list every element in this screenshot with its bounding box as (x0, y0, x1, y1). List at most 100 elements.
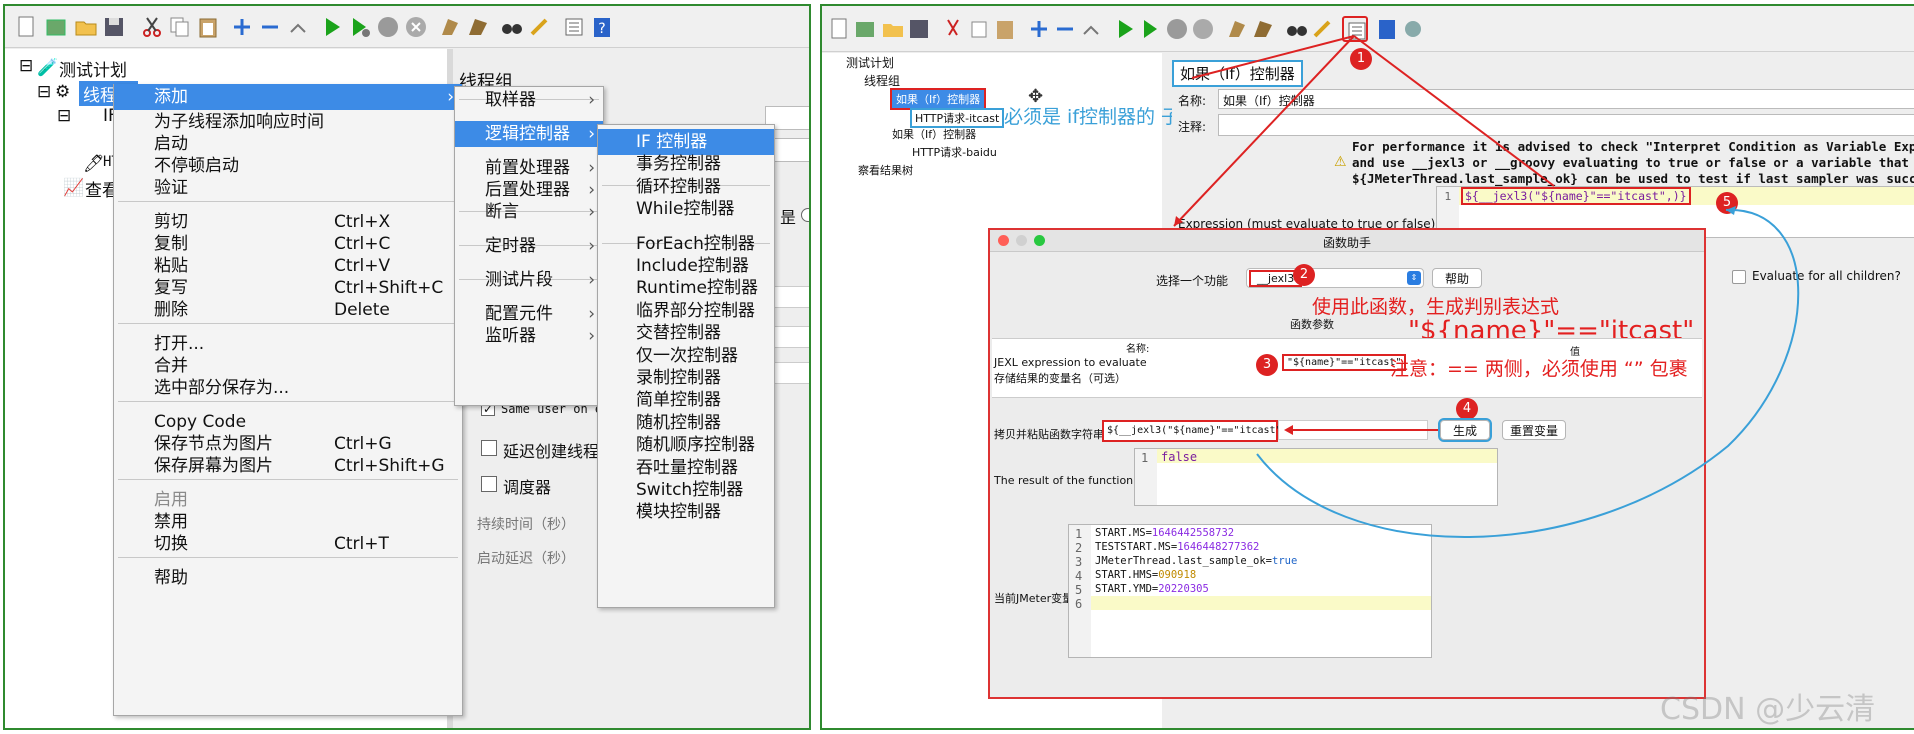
context-menu: 添加 › 为子线程添加响应时间 启动 不停顿启动 验证 剪切 Ctrl+X 复制 Ctrl+C 粘贴… (113, 84, 463, 716)
context-menu-item[interactable]: 帮助 (114, 565, 462, 591)
jmeter-vars-label: 当前JMeter变量 (994, 592, 1074, 605)
generate-button[interactable]: 生成 (1438, 418, 1492, 442)
context-menu-item[interactable]: 保存屏幕为图片 Ctrl+Shift+G (114, 453, 462, 479)
menu-item-label: 监听器 (485, 326, 536, 346)
context-menu-item[interactable]: 切换 Ctrl+T (114, 531, 462, 557)
name-field[interactable]: 如果（If）控制器 (1218, 89, 1914, 109)
add-submenu-item[interactable]: 断言 › (455, 199, 603, 225)
remote-icon[interactable] (1400, 16, 1426, 42)
context-menu-item[interactable]: 删除 Delete (114, 297, 462, 323)
function-helper-icon[interactable] (1342, 16, 1368, 42)
clear-icon[interactable] (437, 14, 463, 40)
templates-icon[interactable] (43, 14, 69, 40)
toggle-icon[interactable] (285, 14, 311, 40)
context-menu-item[interactable]: 添加 › (114, 84, 462, 110)
menu-item-label: Runtime控制器 (636, 278, 759, 299)
menu-item-label: 粘贴 (154, 256, 188, 276)
delay-create-checkbox[interactable] (481, 440, 497, 456)
help-icon[interactable]: ? (589, 14, 615, 40)
add-submenu-item[interactable]: 监听器 › (455, 323, 603, 349)
radio-button[interactable] (801, 208, 809, 222)
new-icon[interactable] (13, 14, 39, 40)
scheduler-checkbox[interactable] (481, 476, 497, 492)
stop-icon[interactable] (1164, 16, 1190, 42)
help-icon[interactable] (1374, 16, 1400, 42)
expression-value[interactable]: ${__jexl3("${name}"=="itcast",)} (1461, 187, 1691, 205)
paste-icon[interactable] (992, 16, 1018, 42)
evaluate-children-checkbox[interactable] (1732, 270, 1746, 284)
clear-icon[interactable] (1224, 16, 1250, 42)
tree-item-thread-group[interactable]: 线程组 (864, 72, 900, 89)
menu-item-label: 为子线程添加响应时间 (154, 112, 324, 132)
add-submenu-item[interactable]: 逻辑控制器 › (455, 121, 603, 147)
cut-icon[interactable] (139, 14, 165, 40)
add-submenu-item[interactable]: 取样器 › (455, 87, 603, 113)
search-icon[interactable] (1284, 16, 1310, 42)
menu-item-label: 循环控制器 (636, 176, 721, 197)
templates-icon[interactable] (852, 16, 878, 42)
chevron-right-icon: › (588, 202, 595, 222)
tree-item-http-itcast[interactable]: HTTP请求-itcast (910, 108, 1005, 128)
comment-field[interactable] (1218, 114, 1914, 136)
var-value: 20220305 (1158, 583, 1209, 595)
logic-controller-item[interactable]: While控制器 (598, 196, 774, 222)
add-submenu-item[interactable]: 定时器 › (455, 233, 603, 259)
stop-icon[interactable] (375, 14, 401, 40)
context-menu-item[interactable]: 选中部分保存为... (114, 375, 462, 401)
start-no-pause-icon[interactable] (347, 14, 373, 40)
cut-icon[interactable] (940, 16, 966, 42)
add-submenu-item[interactable]: 测试片段 › (455, 267, 603, 293)
tree-expander[interactable]: ⊟ (57, 106, 71, 126)
menu-item-label: 合并 (154, 356, 188, 376)
param-jexl-value[interactable]: "${name}"=="itcast" (1282, 354, 1407, 371)
menu-item-label: 事务控制器 (636, 154, 721, 175)
expand-icon[interactable] (1026, 16, 1052, 42)
start-icon[interactable] (1112, 16, 1138, 42)
help-button[interactable]: 帮助 (1432, 268, 1482, 288)
function-string-field[interactable]: ${__jexl3("${name}"=="itcast",)} (1102, 420, 1300, 442)
start-icon[interactable] (319, 14, 345, 40)
tree-expander[interactable]: ⊟ (19, 56, 33, 76)
var-line: JMeterThread.last_sample_ok=true (1095, 555, 1297, 567)
copy-icon[interactable] (167, 14, 193, 40)
toggle-icon[interactable] (1078, 16, 1104, 42)
copy-icon[interactable] (966, 16, 992, 42)
open-icon[interactable] (73, 14, 99, 40)
chevron-down-icon: ⇕ (1407, 271, 1421, 285)
new-icon[interactable] (826, 16, 852, 42)
tree-item-results-tree[interactable]: 察看结果树 (858, 162, 913, 178)
var-key: TESTSTART.MS= (1095, 541, 1178, 553)
reset-search-icon[interactable] (527, 14, 553, 40)
chevron-right-icon: › (588, 90, 595, 110)
tree-item-if-controller[interactable]: 如果（If）控制器 (889, 88, 987, 110)
clear-all-icon[interactable] (465, 14, 491, 40)
paste-icon[interactable] (195, 14, 221, 40)
save-icon[interactable] (906, 16, 932, 42)
function-helper-icon[interactable] (561, 14, 587, 40)
collapse-icon[interactable] (257, 14, 283, 40)
shutdown-icon[interactable] (403, 14, 429, 40)
search-icon[interactable] (499, 14, 525, 40)
save-icon[interactable] (101, 14, 127, 40)
reset-variables-button[interactable]: 重置变量 (1502, 420, 1566, 440)
collapse-icon[interactable] (1052, 16, 1078, 42)
menu-item-label: 前置处理器 (485, 158, 570, 178)
menu-item-label: 仅一次控制器 (636, 345, 738, 366)
tree-item-test-plan[interactable]: 测试计划 (59, 56, 127, 81)
open-icon[interactable] (880, 16, 906, 42)
arrow-to-field (1284, 425, 1440, 435)
logic-controller-item[interactable]: 模块控制器 (598, 499, 774, 525)
tree-item-http-baidu[interactable]: HTTP请求-baidu (912, 144, 997, 160)
reset-search-icon[interactable] (1310, 16, 1336, 42)
tree-expander[interactable]: ⊟ (37, 82, 51, 102)
context-menu-item[interactable]: 验证 (114, 175, 462, 201)
tree-item-test-plan[interactable]: 测试计划 (846, 54, 894, 71)
copy-paste-label: 拷贝并粘贴函数字符串 (994, 428, 1104, 441)
clear-all-icon[interactable] (1250, 16, 1276, 42)
expand-icon[interactable] (229, 14, 255, 40)
start-no-pause-icon[interactable] (1138, 16, 1164, 42)
tree-item-if-controller-2[interactable]: 如果（If）控制器 (892, 126, 976, 142)
shutdown-icon[interactable] (1190, 16, 1216, 42)
var-line: START.YMD=20220305 (1095, 583, 1209, 595)
function-select[interactable]: __jexl3 ⇕ (1246, 268, 1424, 288)
